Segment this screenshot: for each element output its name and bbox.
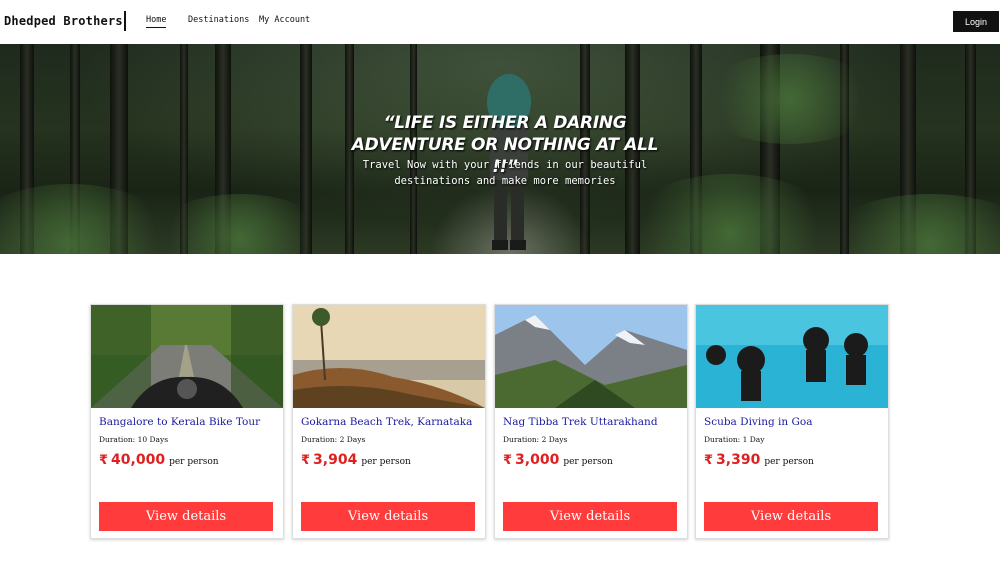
rupee-icon: ₹ [704, 453, 714, 468]
tour-title[interactable]: Gokarna Beach Trek, Karnataka [301, 416, 472, 428]
price-unit: per person [764, 457, 814, 467]
view-details-button[interactable]: View details [503, 502, 677, 531]
tour-card: Scuba Diving in Goa Duration: 1 Day ₹ 3,… [695, 304, 889, 539]
tour-title[interactable]: Nag Tibba Trek Uttarakhand [503, 416, 658, 428]
view-details-button[interactable]: View details [704, 502, 878, 531]
view-details-button[interactable]: View details [99, 502, 273, 531]
price-unit: per person [361, 457, 411, 467]
view-details-button[interactable]: View details [301, 502, 475, 531]
rupee-icon: ₹ [503, 453, 513, 468]
tour-card: Bangalore to Kerala Bike Tour Duration: … [90, 304, 284, 539]
top-navbar: Dhedped Brothers Home Destinations My Ac… [0, 0, 1000, 44]
scuba-icon [696, 305, 888, 408]
tour-image [495, 305, 687, 408]
tour-title[interactable]: Scuba Diving in Goa [704, 416, 812, 428]
tour-card: Gokarna Beach Trek, Karnataka Duration: … [292, 304, 486, 539]
tour-title[interactable]: Bangalore to Kerala Bike Tour [99, 416, 260, 428]
mountain-icon [495, 305, 687, 408]
nav-link-destinations[interactable]: Destinations [188, 15, 249, 25]
rupee-icon: ₹ [99, 453, 109, 468]
rupee-icon: ₹ [301, 453, 311, 468]
price-amount: 3,000 [515, 452, 560, 468]
price-amount: 3,390 [716, 452, 761, 468]
tour-duration: Duration: 2 Days [503, 435, 568, 444]
tour-duration: Duration: 10 Days [99, 435, 169, 444]
tour-card: Nag Tibba Trek Uttarakhand Duration: 2 D… [494, 304, 688, 539]
hero-banner: “LIFE IS EITHER A DARING ADVENTURE OR NO… [0, 44, 1000, 254]
price-unit: per person [563, 457, 613, 467]
tour-duration: Duration: 2 Days [301, 435, 366, 444]
tour-price: ₹ 40,000 per person [99, 452, 219, 468]
beach-cliff-icon [293, 305, 485, 408]
nav-link-home[interactable]: Home [146, 15, 167, 28]
tour-price: ₹ 3,904 per person [301, 452, 411, 468]
hero-subtitle: Travel Now with your friends in our beau… [340, 157, 670, 189]
tour-price: ₹ 3,000 per person [503, 452, 613, 468]
road-bike-icon [91, 305, 283, 408]
tour-price: ₹ 3,390 per person [704, 452, 814, 468]
nav-link-my-account[interactable]: My Account [259, 15, 339, 25]
price-unit: per person [169, 457, 219, 467]
tour-image [696, 305, 888, 408]
brand-logo[interactable]: Dhedped Brothers [4, 14, 123, 28]
login-button[interactable]: Login [953, 11, 999, 32]
hero-quote-line1: “LIFE IS EITHER A DARING [383, 113, 627, 133]
tour-image [91, 305, 283, 408]
tour-image [293, 305, 485, 408]
price-amount: 40,000 [111, 452, 166, 468]
tour-duration: Duration: 1 Day [704, 435, 765, 444]
hero-subtitle-line2: destinations and make more memories [394, 175, 616, 187]
brand-divider [124, 11, 126, 31]
hero-subtitle-line1: Travel Now with your friends in our beau… [362, 159, 648, 171]
price-amount: 3,904 [313, 452, 358, 468]
